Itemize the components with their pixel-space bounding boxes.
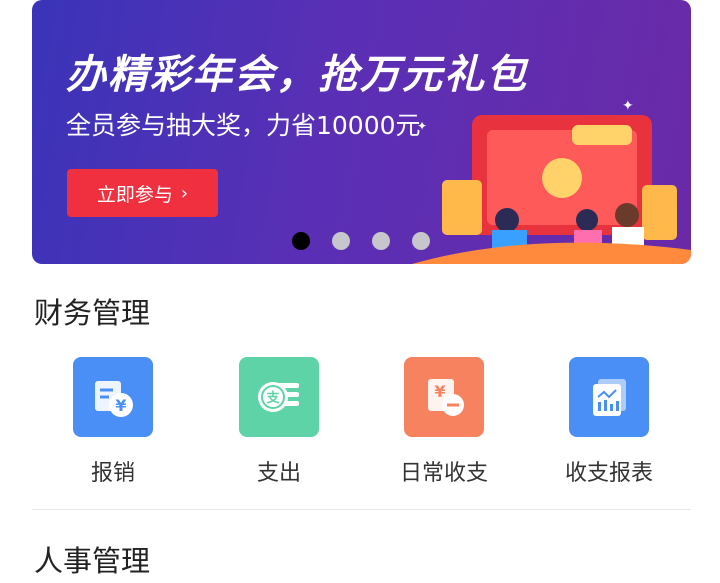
promo-banner[interactable]: 办精彩年会，抢万元礼包 全员参与抽大奖，力省10000元 立即参与 › ✦ ✦ bbox=[32, 0, 691, 264]
expense-button[interactable]: 支 支出 bbox=[209, 357, 349, 487]
expense-label: 支出 bbox=[256, 461, 301, 486]
join-now-label: 立即参与 bbox=[96, 183, 173, 206]
carousel-dot[interactable] bbox=[292, 232, 310, 250]
daily-income-expense-label: 日常收支 bbox=[399, 461, 488, 486]
daily-income-expense-button[interactable]: ¥ 日常收支 bbox=[374, 357, 514, 487]
chevron-right-icon: › bbox=[180, 182, 189, 204]
join-now-button[interactable]: 立即参与 › bbox=[67, 169, 218, 217]
carousel-dot[interactable] bbox=[412, 232, 430, 250]
party-illustration: ✦ ✦ bbox=[412, 98, 691, 264]
svg-text:¥: ¥ bbox=[434, 382, 445, 401]
reimbursement-icon: ¥ bbox=[73, 357, 153, 437]
income-expense-report-button[interactable]: 收支报表 bbox=[539, 357, 679, 487]
section-divider bbox=[32, 509, 691, 510]
reimbursement-label: 报销 bbox=[90, 461, 135, 486]
svg-text:¥: ¥ bbox=[115, 396, 126, 415]
svg-text:支: 支 bbox=[265, 390, 280, 406]
carousel-dot[interactable] bbox=[332, 232, 350, 250]
report-icon bbox=[569, 357, 649, 437]
carousel-dots bbox=[292, 232, 430, 250]
expense-icon: 支 bbox=[239, 357, 319, 437]
finance-section-title: 财务管理 bbox=[34, 296, 151, 330]
svg-text:✦: ✦ bbox=[622, 98, 634, 114]
hr-section-title: 人事管理 bbox=[34, 544, 151, 578]
daily-income-expense-icon: ¥ bbox=[404, 357, 484, 437]
banner-subtitle: 全员参与抽大奖，力省10000元 bbox=[66, 111, 421, 140]
svg-text:✦: ✦ bbox=[417, 119, 427, 133]
reimbursement-button[interactable]: ¥ 报销 bbox=[43, 357, 183, 487]
carousel-dot[interactable] bbox=[372, 232, 390, 250]
income-expense-report-label: 收支报表 bbox=[564, 461, 653, 486]
